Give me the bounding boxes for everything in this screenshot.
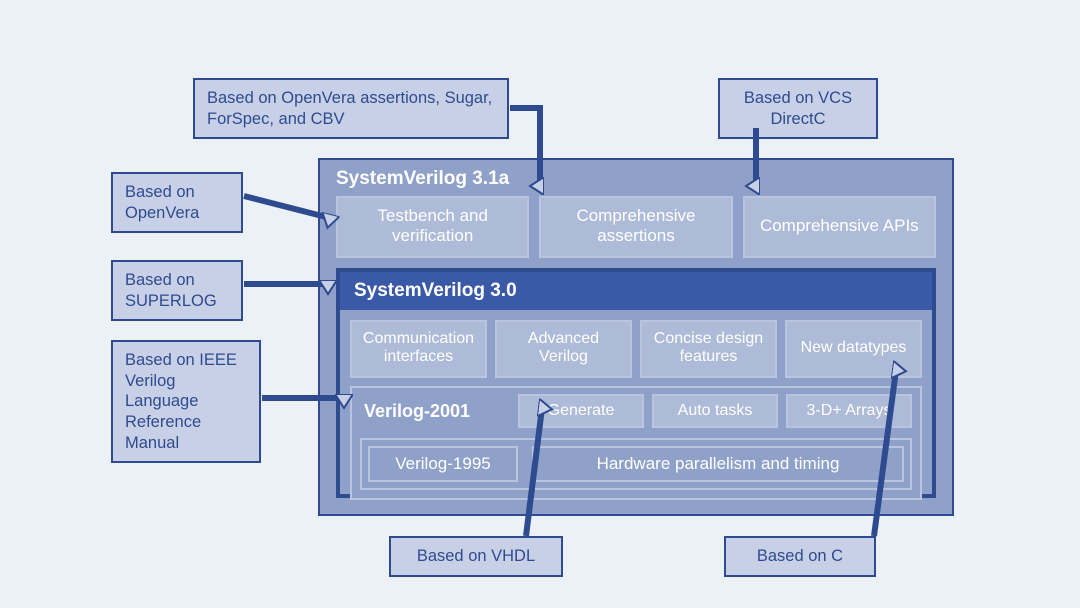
cell-testbench: Testbench and verification xyxy=(336,196,529,258)
callout-c: Based on C xyxy=(724,536,876,577)
callout-superlog: Based on SUPERLOG xyxy=(111,260,243,321)
cell-design-features: Concise design features xyxy=(640,320,777,378)
verilog-1995-container: Verilog-1995 Hardware parallelism and ti… xyxy=(360,438,912,490)
v1995-title: Verilog-1995 xyxy=(368,446,518,482)
callout-openvera: Based on OpenVera xyxy=(111,172,243,233)
cell-comm-interfaces: Communication interfaces xyxy=(350,320,487,378)
callout-ieee-verilog: Based on IEEE Verilog Language Reference… xyxy=(111,340,261,463)
verilog-2001-container: Verilog-2001 Generate Auto tasks 3-D+ Ar… xyxy=(350,386,922,500)
cell-adv-verilog: Advanced Verilog xyxy=(495,320,632,378)
cell-assertions: Comprehensive assertions xyxy=(539,196,732,258)
v2001-title: Verilog-2001 xyxy=(360,394,510,428)
cell-auto-tasks: Auto tasks xyxy=(652,394,778,428)
callout-openvera-assertions: Based on OpenVera assertions, Sugar, For… xyxy=(193,78,509,139)
sv30-title: SystemVerilog 3.0 xyxy=(340,272,932,310)
v1995-desc: Hardware parallelism and timing xyxy=(532,446,904,482)
callout-vhdl: Based on VHDL xyxy=(389,536,563,577)
v2001-row: Verilog-2001 Generate Auto tasks 3-D+ Ar… xyxy=(360,394,912,428)
cell-generate: Generate xyxy=(518,394,644,428)
cell-datatypes: New datatypes xyxy=(785,320,922,378)
sv31a-cells-row: Testbench and verification Comprehensive… xyxy=(336,196,936,258)
cell-apis: Comprehensive APIs xyxy=(743,196,936,258)
systemverilog-31a-container: SystemVerilog 3.1a Testbench and verific… xyxy=(318,158,954,516)
sv31a-title: SystemVerilog 3.1a xyxy=(336,168,509,190)
cell-3d-arrays: 3-D+ Arrays xyxy=(786,394,912,428)
systemverilog-30-container: SystemVerilog 3.0 Communication interfac… xyxy=(336,268,936,498)
callout-vcs-directc: Based on VCS DirectC xyxy=(718,78,878,139)
sv30-cells-row: Communication interfaces Advanced Verilo… xyxy=(340,310,932,386)
